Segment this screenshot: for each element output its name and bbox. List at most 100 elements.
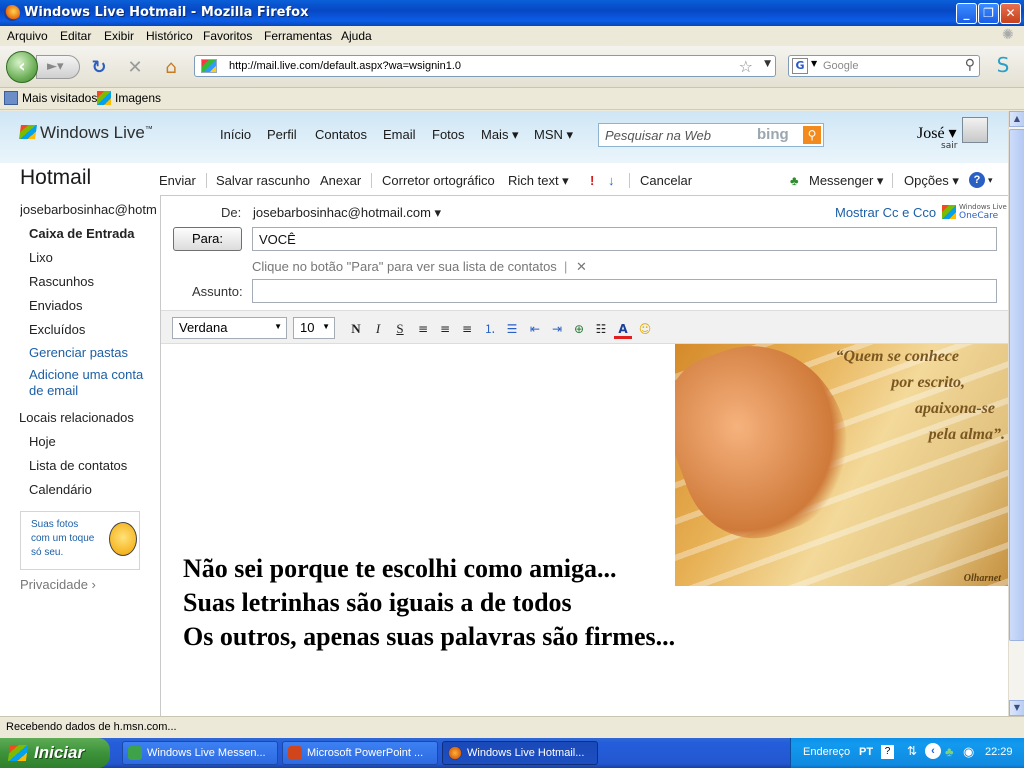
- nav-msn[interactable]: MSN ▾: [534, 127, 573, 143]
- menu-historico[interactable]: Histórico: [146, 29, 193, 43]
- task-powerpoint[interactable]: Microsoft PowerPoint ...: [282, 741, 438, 765]
- bookmark-mais-visitados[interactable]: Mais visitados: [4, 91, 97, 105]
- start-button[interactable]: Iniciar: [0, 738, 110, 768]
- folder-rascunhos[interactable]: Rascunhos: [29, 274, 94, 289]
- bookmark-imagens[interactable]: Imagens: [97, 91, 161, 105]
- home-icon[interactable]: ⌂: [160, 57, 182, 79]
- message-text[interactable]: Não sei porque te escolhi como amiga... …: [183, 552, 675, 654]
- nav-inicio[interactable]: Início: [220, 127, 251, 142]
- vertical-scrollbar[interactable]: ▲ ▼: [1008, 111, 1024, 716]
- bold-button[interactable]: N: [347, 321, 365, 337]
- maximize-button[interactable]: ❐: [978, 3, 999, 24]
- web-search-button[interactable]: ⚲: [803, 126, 821, 144]
- bookmark-star-icon[interactable]: ☆: [739, 57, 753, 76]
- attach-button[interactable]: Anexar: [320, 173, 361, 188]
- search-icon[interactable]: ⚲: [965, 57, 975, 73]
- insert-link-icon[interactable]: ⊕: [570, 321, 588, 337]
- save-draft-button[interactable]: Salvar rascunho: [216, 173, 310, 188]
- font-family-select[interactable]: Verdana ▼: [172, 317, 287, 339]
- align-center-icon[interactable]: ≡: [436, 321, 454, 337]
- from-selector[interactable]: josebarbosinhac@hotmail.com ▾: [253, 205, 441, 221]
- hint-close-icon[interactable]: ✕: [576, 259, 587, 275]
- language-indicator[interactable]: PT: [859, 746, 873, 758]
- bulleted-list-icon[interactable]: ☰: [503, 321, 521, 337]
- rich-text-dropdown[interactable]: Rich text ▾: [508, 173, 569, 189]
- message-body[interactable]: “Quem se conhece por escrito, apaixona-s…: [161, 344, 1008, 716]
- menu-editar[interactable]: Editar: [60, 29, 91, 43]
- decrease-indent-icon[interactable]: ⇤: [526, 321, 544, 337]
- window-title-bar[interactable]: Windows Live Hotmail - Mozilla Firefox _…: [0, 0, 1024, 26]
- related-contact-list[interactable]: Lista de contatos: [29, 458, 127, 473]
- font-size-select[interactable]: 10 ▼: [293, 317, 335, 339]
- network-tray-icon[interactable]: ◉: [963, 744, 974, 760]
- url-dropdown-icon[interactable]: ▼: [764, 59, 771, 69]
- nav-mais[interactable]: Mais ▾: [481, 127, 519, 143]
- manage-folders-link[interactable]: Gerenciar pastas: [29, 345, 128, 360]
- privacy-link[interactable]: Privacidade ›: [20, 577, 96, 592]
- url-text[interactable]: http://mail.live.com/default.aspx?wa=wsi…: [229, 60, 461, 72]
- skype-icon[interactable]: S: [992, 54, 1014, 76]
- high-priority-icon[interactable]: !: [590, 173, 594, 188]
- address-bar[interactable]: http://mail.live.com/default.aspx?wa=wsi…: [194, 55, 776, 77]
- send-button[interactable]: Enviar: [159, 173, 196, 188]
- scroll-up-button[interactable]: ▲: [1009, 111, 1024, 127]
- italic-button[interactable]: I: [369, 321, 387, 337]
- add-email-account-link-line2[interactable]: de email: [29, 383, 78, 398]
- to-button[interactable]: Para:: [173, 227, 242, 251]
- address-toolbar-label[interactable]: Endereço: [803, 746, 850, 758]
- folder-lixo[interactable]: Lixo: [29, 250, 53, 265]
- back-button[interactable]: ‹: [6, 51, 38, 83]
- scroll-thumb[interactable]: [1009, 129, 1024, 641]
- subject-field[interactable]: [252, 279, 997, 303]
- help-tray-icon[interactable]: ?: [881, 745, 894, 759]
- messenger-dropdown[interactable]: Messenger ▾: [809, 173, 883, 189]
- folder-inbox[interactable]: Caixa de Entrada: [29, 226, 135, 241]
- underline-button[interactable]: S: [391, 321, 409, 337]
- tray-arrow-icon[interactable]: ⇅: [907, 744, 917, 758]
- folder-enviados[interactable]: Enviados: [29, 298, 82, 313]
- help-dropdown-icon[interactable]: ▾: [988, 175, 993, 186]
- engine-dropdown-icon[interactable]: ▼: [811, 59, 817, 68]
- text-color-icon[interactable]: A: [614, 321, 632, 339]
- show-cc-bcc-link[interactable]: Mostrar Cc e Cco: [835, 205, 936, 220]
- photo-promo-banner[interactable]: Suas fotos com um toque só seu.: [20, 511, 140, 570]
- web-search-input[interactable]: Pesquisar na Web bing ⚲: [598, 123, 824, 147]
- numbered-list-icon[interactable]: ⒈: [481, 321, 499, 337]
- reload-icon[interactable]: ↻: [88, 57, 110, 79]
- messenger-tray-icon[interactable]: ♣: [945, 744, 954, 759]
- align-left-icon[interactable]: ≡: [414, 321, 432, 337]
- stop-icon[interactable]: ✕: [124, 57, 146, 79]
- google-engine-icon[interactable]: G: [792, 58, 808, 74]
- increase-indent-icon[interactable]: ⇥: [548, 321, 566, 337]
- scroll-down-button[interactable]: ▼: [1009, 700, 1024, 716]
- menu-ferramentas[interactable]: Ferramentas: [264, 29, 332, 43]
- help-icon[interactable]: ?: [969, 172, 985, 188]
- task-hotmail-firefox[interactable]: Windows Live Hotmail...: [442, 741, 598, 765]
- clock[interactable]: 22:29: [985, 746, 1013, 758]
- folder-excluidos[interactable]: Excluídos: [29, 322, 85, 337]
- low-priority-icon[interactable]: ↓: [608, 173, 615, 188]
- menu-arquivo[interactable]: Arquivo: [7, 29, 48, 43]
- related-hoje[interactable]: Hoje: [29, 434, 56, 449]
- forward-button[interactable]: ►▾: [36, 55, 80, 79]
- windows-live-logo[interactable]: Windows Live™: [19, 123, 153, 143]
- messenger-icon[interactable]: ♣: [790, 173, 799, 188]
- close-button[interactable]: ✕: [1000, 3, 1021, 24]
- menu-favoritos[interactable]: Favoritos: [203, 29, 252, 43]
- nav-fotos[interactable]: Fotos: [432, 127, 465, 142]
- emoticon-icon[interactable]: ☺: [636, 321, 654, 337]
- account-name[interactable]: josebarbosinhac@hotm...: [20, 202, 156, 217]
- show-hidden-icons-icon[interactable]: ‹: [925, 743, 941, 759]
- cancel-button[interactable]: Cancelar: [640, 173, 692, 188]
- menu-exibir[interactable]: Exibir: [104, 29, 134, 43]
- add-email-account-link[interactable]: Adicione uma conta: [29, 367, 143, 382]
- options-dropdown[interactable]: Opções ▾: [904, 173, 959, 189]
- spell-check-button[interactable]: Corretor ortográfico: [382, 173, 495, 188]
- nav-perfil[interactable]: Perfil: [267, 127, 297, 142]
- minimize-button[interactable]: _: [956, 3, 977, 24]
- line-spacing-icon[interactable]: ☷: [592, 321, 610, 337]
- nav-email[interactable]: Email: [383, 127, 416, 142]
- signout-link[interactable]: sair: [941, 141, 957, 151]
- task-messenger[interactable]: Windows Live Messen...: [122, 741, 278, 765]
- user-name[interactable]: José ▾: [917, 123, 957, 143]
